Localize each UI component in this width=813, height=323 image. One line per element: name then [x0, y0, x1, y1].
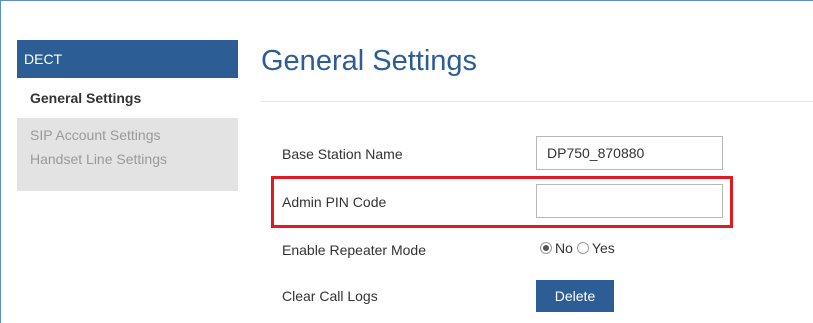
- repeater-mode-radio-group: No Yes: [540, 240, 619, 256]
- sidebar-item-handset-line-settings[interactable]: Handset Line Settings: [17, 147, 238, 191]
- clear-call-logs-label: Clear Call Logs: [282, 288, 378, 304]
- page-title: General Settings: [261, 45, 478, 77]
- title-divider: [261, 101, 813, 102]
- frame-top-border: [0, 0, 813, 1]
- frame-left-border: [0, 0, 1, 323]
- repeater-mode-yes-label[interactable]: Yes: [592, 240, 615, 256]
- repeater-mode-no-label[interactable]: No: [555, 240, 573, 256]
- sidebar-item-sip-account-settings[interactable]: SIP Account Settings: [17, 118, 238, 147]
- enable-repeater-mode-label: Enable Repeater Mode: [282, 242, 426, 258]
- repeater-mode-yes-radio[interactable]: [576, 242, 589, 254]
- base-station-name-label: Base Station Name: [282, 146, 403, 162]
- repeater-mode-no-radio[interactable]: [540, 242, 552, 254]
- delete-button[interactable]: Delete: [536, 280, 614, 312]
- admin-pin-code-input[interactable]: [536, 184, 723, 218]
- base-station-name-input[interactable]: [536, 136, 723, 170]
- sidebar-item-general-settings[interactable]: General Settings: [17, 78, 238, 118]
- sidebar-header: DECT: [17, 40, 238, 78]
- admin-pin-code-label: Admin PIN Code: [282, 194, 387, 210]
- sidebar: DECT General Settings SIP Account Settin…: [17, 40, 238, 191]
